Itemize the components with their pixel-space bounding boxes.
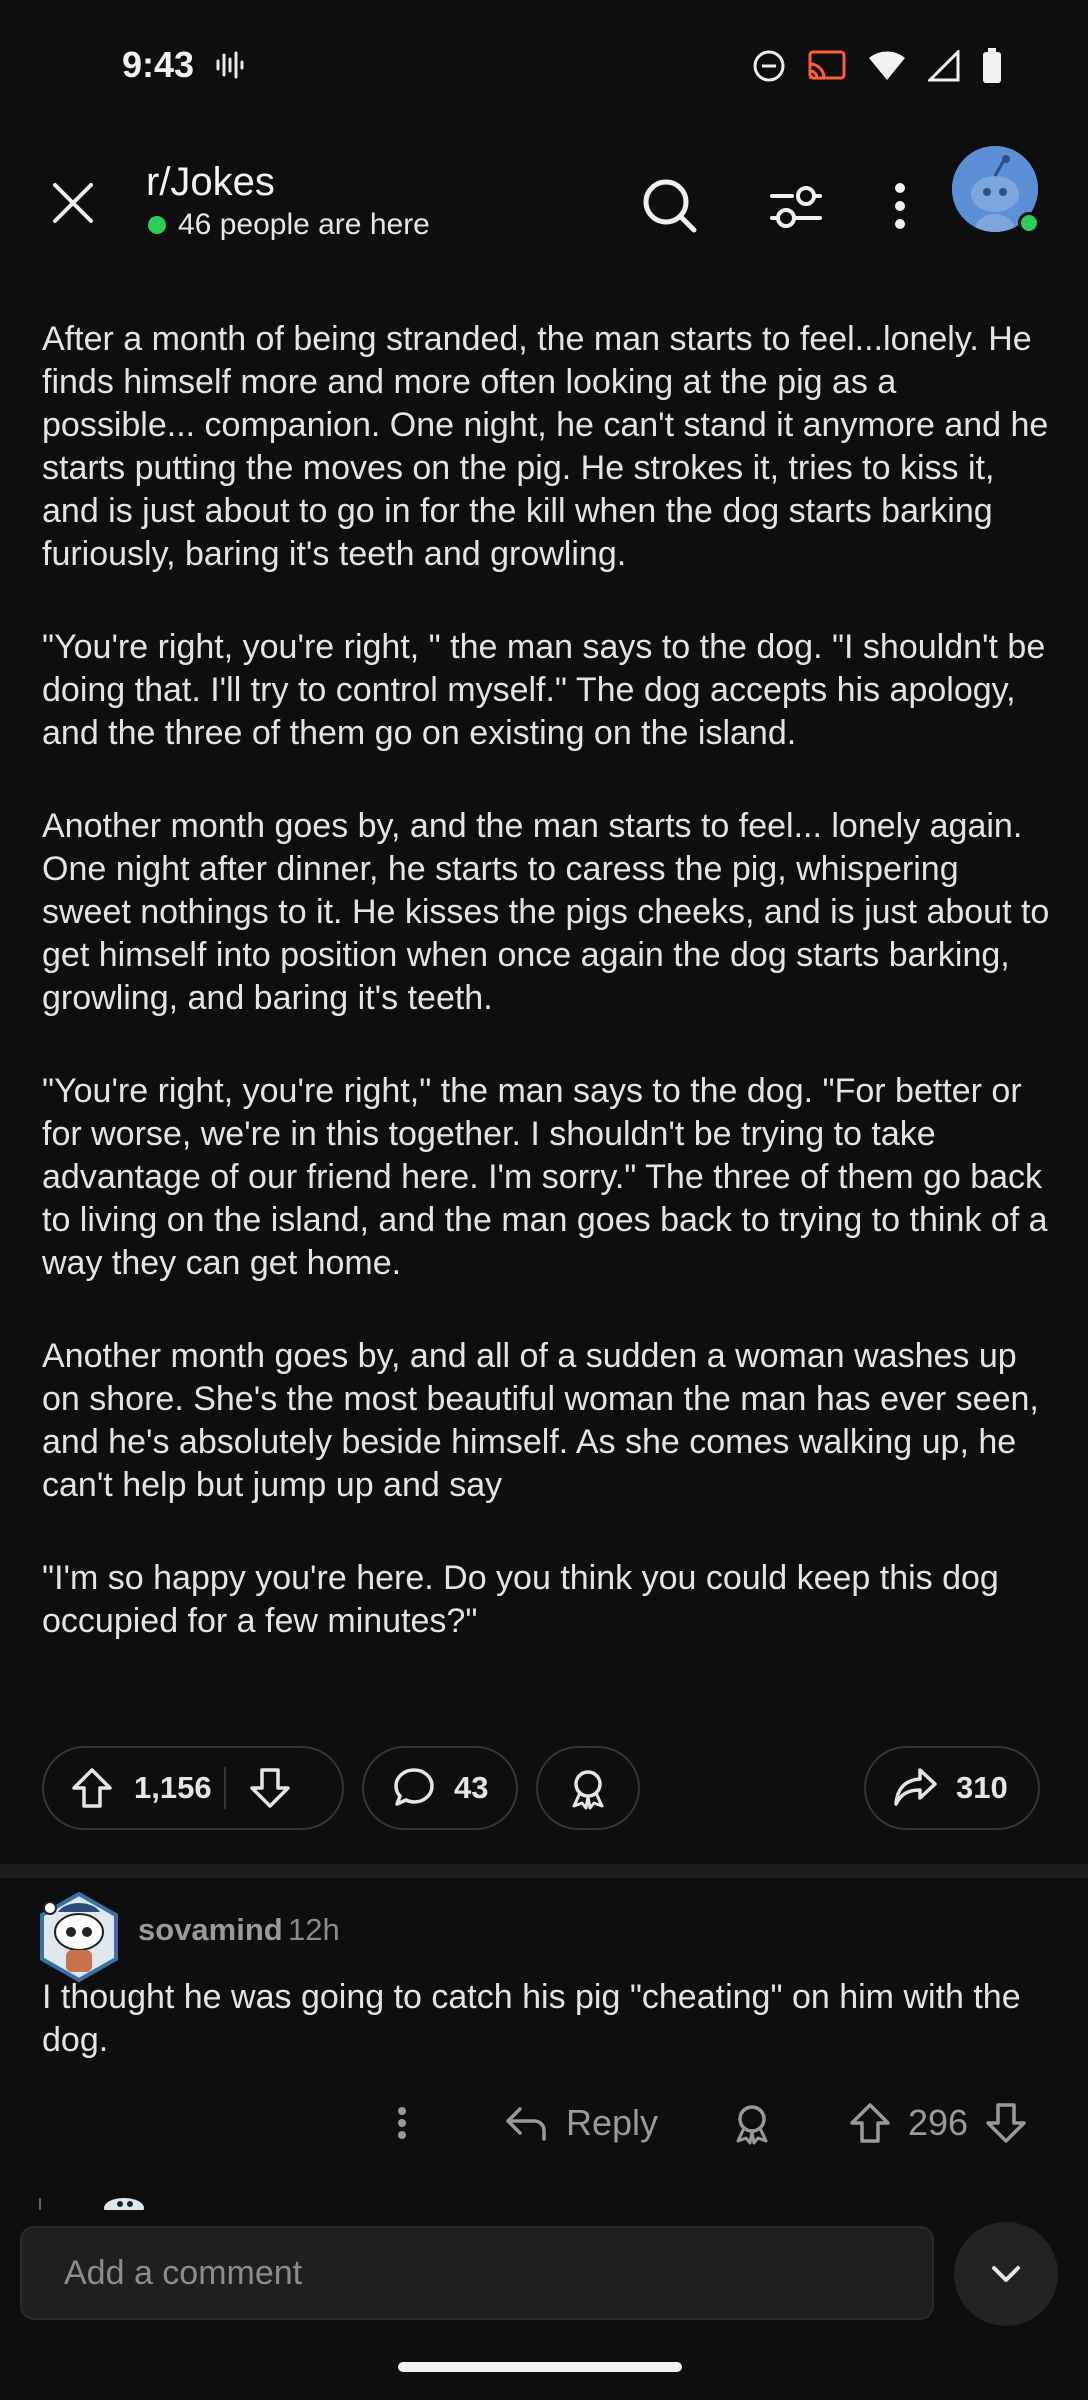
share-arrow-icon <box>894 1768 937 1806</box>
online-dot-icon <box>148 216 166 234</box>
cast-icon <box>808 50 846 87</box>
post-paragraph: Another month goes by, and all of a sudd… <box>42 1337 1039 1504</box>
more-vertical-icon <box>398 2107 406 2139</box>
downvote-arrow-icon <box>986 2103 1026 2143</box>
downvote-arrow-icon <box>250 1768 290 1808</box>
award-icon <box>572 1770 604 1810</box>
award-button[interactable] <box>536 1746 640 1830</box>
search-button[interactable] <box>640 176 700 236</box>
online-count-text: 46 people are here <box>178 208 430 241</box>
do-not-disturb-icon <box>752 49 786 88</box>
vote-divider <box>224 1767 226 1809</box>
comment-award-button[interactable] <box>730 2088 774 2158</box>
comment-username[interactable]: sovamind <box>138 1912 283 1948</box>
comment-score: 296 <box>908 2102 969 2143</box>
sound-wave-icon <box>214 50 244 85</box>
comment-count: 43 <box>454 1770 489 1805</box>
next-comment-peek <box>38 2196 158 2210</box>
reply-label: Reply <box>566 2102 659 2143</box>
status-icons <box>752 48 1002 89</box>
comment-composer <box>20 2226 934 2320</box>
comment-upvote-button[interactable] <box>848 2101 892 2145</box>
comments-button[interactable]: 43 <box>362 1746 518 1830</box>
avatar-online-dot <box>1018 212 1040 234</box>
commenter-avatar[interactable] <box>38 1891 120 1983</box>
reply-button[interactable]: Reply <box>504 2088 658 2158</box>
home-indicator[interactable] <box>398 2362 682 2372</box>
cellular-signal-icon <box>926 48 960 87</box>
share-count: 310 <box>956 1770 1008 1805</box>
comment-more-button[interactable] <box>384 2088 420 2158</box>
comment-actions: Reply 296 <box>0 2088 1088 2158</box>
comment-downvote-button[interactable] <box>984 2101 1028 2145</box>
award-icon <box>736 2105 768 2145</box>
post-paragraph: After a month of being stranded, the man… <box>42 320 1049 573</box>
comment-vote: 296 <box>848 2088 1028 2158</box>
post-header: r/Jokes 46 people are here <box>0 130 1088 278</box>
comment-time: 12h <box>288 1912 340 1947</box>
battery-icon <box>982 48 1002 89</box>
upvote-arrow-icon <box>850 2103 890 2143</box>
next-commenter-avatar-icon <box>39 2198 144 2210</box>
chevron-down-icon <box>992 2266 1020 2282</box>
collapse-button[interactable] <box>954 2222 1058 2326</box>
upvote-count: 1,156 <box>134 1770 212 1805</box>
wifi-icon <box>868 50 906 87</box>
online-count: 46 people are here <box>148 208 430 242</box>
more-vertical-icon <box>895 183 905 229</box>
comment-text: I thought he was going to catch his pig … <box>42 1978 1021 2059</box>
post-paragraph: "I'm so happy you're here. Do you think … <box>42 1559 999 1640</box>
status-time: 9:43 <box>122 44 195 85</box>
post-paragraph: "You're right, you're right," the man sa… <box>42 1072 1048 1282</box>
more-options-button[interactable] <box>880 176 920 236</box>
post-body: After a month of being stranded, the man… <box>42 318 1052 1693</box>
status-bar: 9:43 <box>0 0 1088 130</box>
post-paragraph: "You're right, you're right, " the man s… <box>42 628 1046 752</box>
vote-pill: 1,156 <box>42 1746 344 1830</box>
upvote-arrow-icon <box>72 1768 112 1808</box>
post-paragraph: Another month goes by, and the man start… <box>42 807 1050 1017</box>
reply-arrow-icon <box>506 2107 546 2141</box>
comment-bubble-icon <box>394 1768 434 1806</box>
upvote-button[interactable] <box>70 1766 114 1810</box>
sliders-icon <box>770 186 822 228</box>
section-divider <box>0 1864 1088 1878</box>
commenter-avatar-icon <box>40 1891 118 1983</box>
search-icon <box>643 179 697 233</box>
subreddit-name[interactable]: r/Jokes <box>146 160 275 205</box>
post-action-bar: 1,156 43 310 <box>42 1746 1046 1832</box>
filter-button[interactable] <box>766 176 826 236</box>
close-button[interactable] <box>42 172 104 234</box>
close-icon <box>53 183 93 223</box>
downvote-button[interactable] <box>248 1766 292 1810</box>
add-comment-input[interactable] <box>22 2228 932 2318</box>
share-button[interactable]: 310 <box>864 1746 1040 1830</box>
